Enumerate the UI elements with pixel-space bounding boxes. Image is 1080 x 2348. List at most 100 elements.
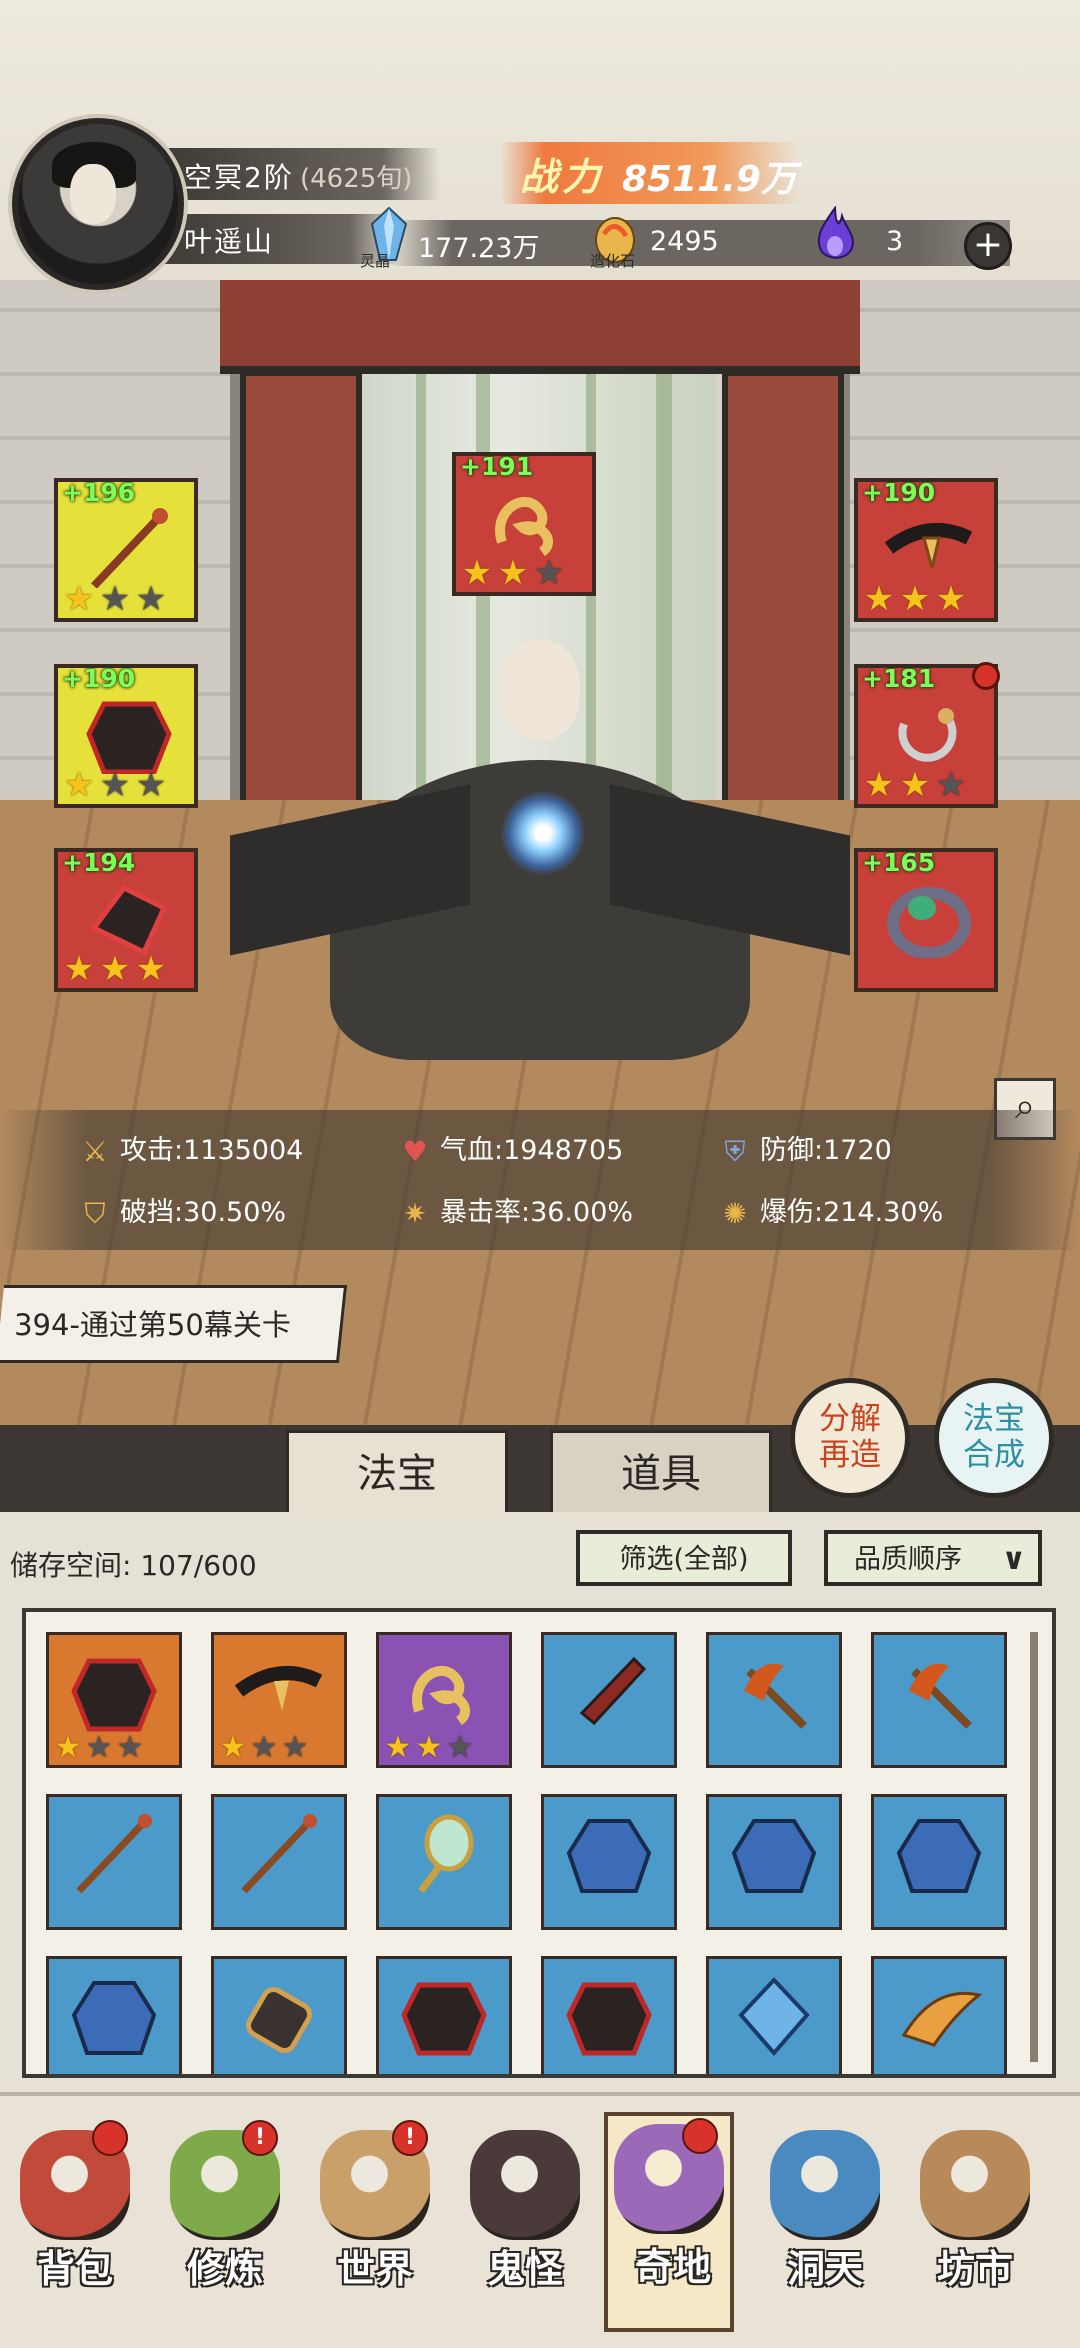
equip-slot-weapon[interactable]: +196 ★ ★ ★: [54, 478, 198, 622]
inventory-item[interactable]: [541, 1794, 677, 1930]
notification-dot: [972, 662, 1000, 690]
inventory-item[interactable]: [211, 1956, 347, 2074]
combat-power-label: 战力: [520, 155, 605, 199]
inventory-grid[interactable]: ★ ★ ★ ★ ★ ★ ★ ★ ★: [22, 1608, 1056, 2078]
armor-icon: [71, 1658, 157, 1732]
inventory-item[interactable]: [541, 1632, 677, 1768]
necklace-icon: [898, 708, 957, 762]
equip-slot-top[interactable]: +191 ★ ★ ★: [452, 452, 596, 596]
tab-bar: [0, 1425, 1080, 1513]
nav-market-stall[interactable]: 坊市: [910, 2118, 1040, 2328]
equip-slot-belt[interactable]: +190 ★ ★ ★: [854, 478, 998, 622]
nav-label: 坊市: [936, 2247, 1013, 2291]
quest-text: 394-通过第50幕关卡: [14, 1308, 291, 1342]
staff-icon: [91, 508, 168, 588]
nav-scroll-map[interactable]: 世界!: [310, 2118, 440, 2328]
equip-level: +194: [62, 848, 136, 877]
spirit-orb: [500, 790, 586, 876]
nav-demon-egg[interactable]: 鬼怪: [460, 2118, 590, 2328]
equip-level: +196: [62, 478, 136, 507]
inventory-item[interactable]: [376, 1956, 512, 2074]
sword-icon: ⚔: [82, 1134, 108, 1168]
equip-slot-necklace[interactable]: +181 ★ ★ ★: [854, 662, 1000, 808]
inventory-item[interactable]: [541, 1956, 677, 2074]
armor-icon: [566, 1982, 652, 2056]
ring-icon: [887, 887, 971, 958]
inventory-item[interactable]: [871, 1794, 1007, 1930]
inventory-item[interactable]: [871, 1632, 1007, 1768]
robe-icon: [71, 1981, 157, 2055]
stat-crit-rate: ✷ 暴击率:36.00%: [398, 1190, 633, 1231]
sort-dropdown[interactable]: 品质顺序 ∨: [824, 1530, 1042, 1586]
inventory-item[interactable]: [871, 1956, 1007, 2074]
wing-icon: [901, 1991, 983, 2047]
equip-level: +165: [862, 848, 936, 877]
staff-icon: [76, 1814, 152, 1894]
inventory-item[interactable]: [46, 1794, 182, 1930]
gold-ornament-icon: [412, 1666, 470, 1726]
axe-icon: [744, 1663, 807, 1729]
market-stall-icon: [920, 2130, 1030, 2240]
inventory-item[interactable]: [706, 1794, 842, 1930]
crit-burst-icon: ✷: [403, 1196, 427, 1230]
item-stars: ★ ★ ★: [384, 1730, 474, 1765]
equip-stars: ★ ★ ★: [63, 765, 167, 805]
inventory-item[interactable]: ★ ★ ★: [376, 1632, 512, 1768]
top-header: 空冥2阶 (4625旬) 叶遥山 战力 8511.9万 177.23万 灵晶 2…: [0, 0, 1080, 290]
creation-stone-value: 2495: [650, 226, 719, 257]
player-avatar[interactable]: [12, 118, 184, 290]
equip-level: +190: [862, 478, 936, 507]
nav-label: 洞天: [786, 2247, 863, 2291]
item-stars: ★ ★ ★: [54, 1730, 144, 1765]
equip-stars: ★ ★ ★: [63, 579, 167, 619]
crit-damage-icon: ✺: [723, 1196, 747, 1230]
equip-slot-armor[interactable]: +190 ★ ★ ★: [54, 664, 198, 808]
equip-stars: ★ ★ ★: [461, 553, 565, 593]
equip-slot-boots[interactable]: +194 ★ ★ ★: [54, 848, 198, 992]
nav-portal[interactable]: 洞天: [760, 2118, 890, 2328]
tab-items[interactable]: 道具: [550, 1430, 772, 1515]
nav-lotus[interactable]: 修炼!: [160, 2118, 290, 2328]
notification-badge: !: [242, 2120, 278, 2156]
inventory-item[interactable]: [211, 1794, 347, 1930]
add-resource-button[interactable]: +: [964, 222, 1012, 270]
nav-label: 世界: [336, 2247, 413, 2291]
shield-icon: ⛨: [724, 1134, 746, 1168]
inventory-item[interactable]: [46, 1956, 182, 2074]
chevron-down-icon: ∨: [1001, 1542, 1026, 1577]
quest-tracker[interactable]: 394-通过第50幕关卡: [0, 1285, 348, 1363]
notification-badge: [92, 2120, 128, 2156]
mirror-icon: [418, 1814, 474, 1894]
notification-badge: !: [392, 2120, 428, 2156]
robe-icon: [896, 1819, 982, 1893]
nav-bag[interactable]: 背包: [10, 2118, 140, 2328]
broken-shield-icon: ⛉: [84, 1196, 106, 1230]
tab-treasure[interactable]: 法宝: [286, 1430, 508, 1515]
sort-label: 品质顺序: [854, 1544, 962, 1575]
equip-stars: ★ ★ ★: [863, 765, 967, 805]
dismantle-rebuild-button[interactable]: 分解 再造: [790, 1378, 910, 1498]
inventory-item[interactable]: [376, 1794, 512, 1930]
inventory-item[interactable]: ★ ★ ★: [46, 1632, 182, 1768]
equip-level: +190: [62, 664, 136, 693]
purple-flame-value: 3: [886, 226, 904, 257]
player-character: [230, 630, 850, 1060]
treasure-synthesis-button[interactable]: 法宝 合成: [934, 1378, 1054, 1498]
inventory-scrollbar[interactable]: [1030, 1632, 1038, 2062]
item-stars: ★ ★ ★: [219, 1730, 309, 1765]
robe-icon: [566, 1819, 652, 1893]
realm-age: (4625旬): [300, 164, 413, 194]
inventory-item[interactable]: ★ ★ ★: [211, 1632, 347, 1768]
nav-label: 奇地: [634, 2245, 711, 2289]
nav-mountain[interactable]: 奇地: [604, 2112, 734, 2332]
combat-power-value: 8511.9万: [622, 159, 797, 200]
equip-stars: ★ ★ ★: [63, 949, 167, 989]
filter-button[interactable]: 筛选(全部): [576, 1530, 792, 1586]
demon-egg-icon: [470, 2130, 580, 2240]
equip-level: +191: [460, 452, 534, 481]
spirit-crystal-value: 177.23万: [418, 233, 540, 264]
spirit-crystal-label: 灵晶: [360, 252, 391, 270]
inventory-item[interactable]: [706, 1956, 842, 2074]
inventory-item[interactable]: [706, 1632, 842, 1768]
equip-slot-ring[interactable]: +165: [854, 848, 998, 992]
